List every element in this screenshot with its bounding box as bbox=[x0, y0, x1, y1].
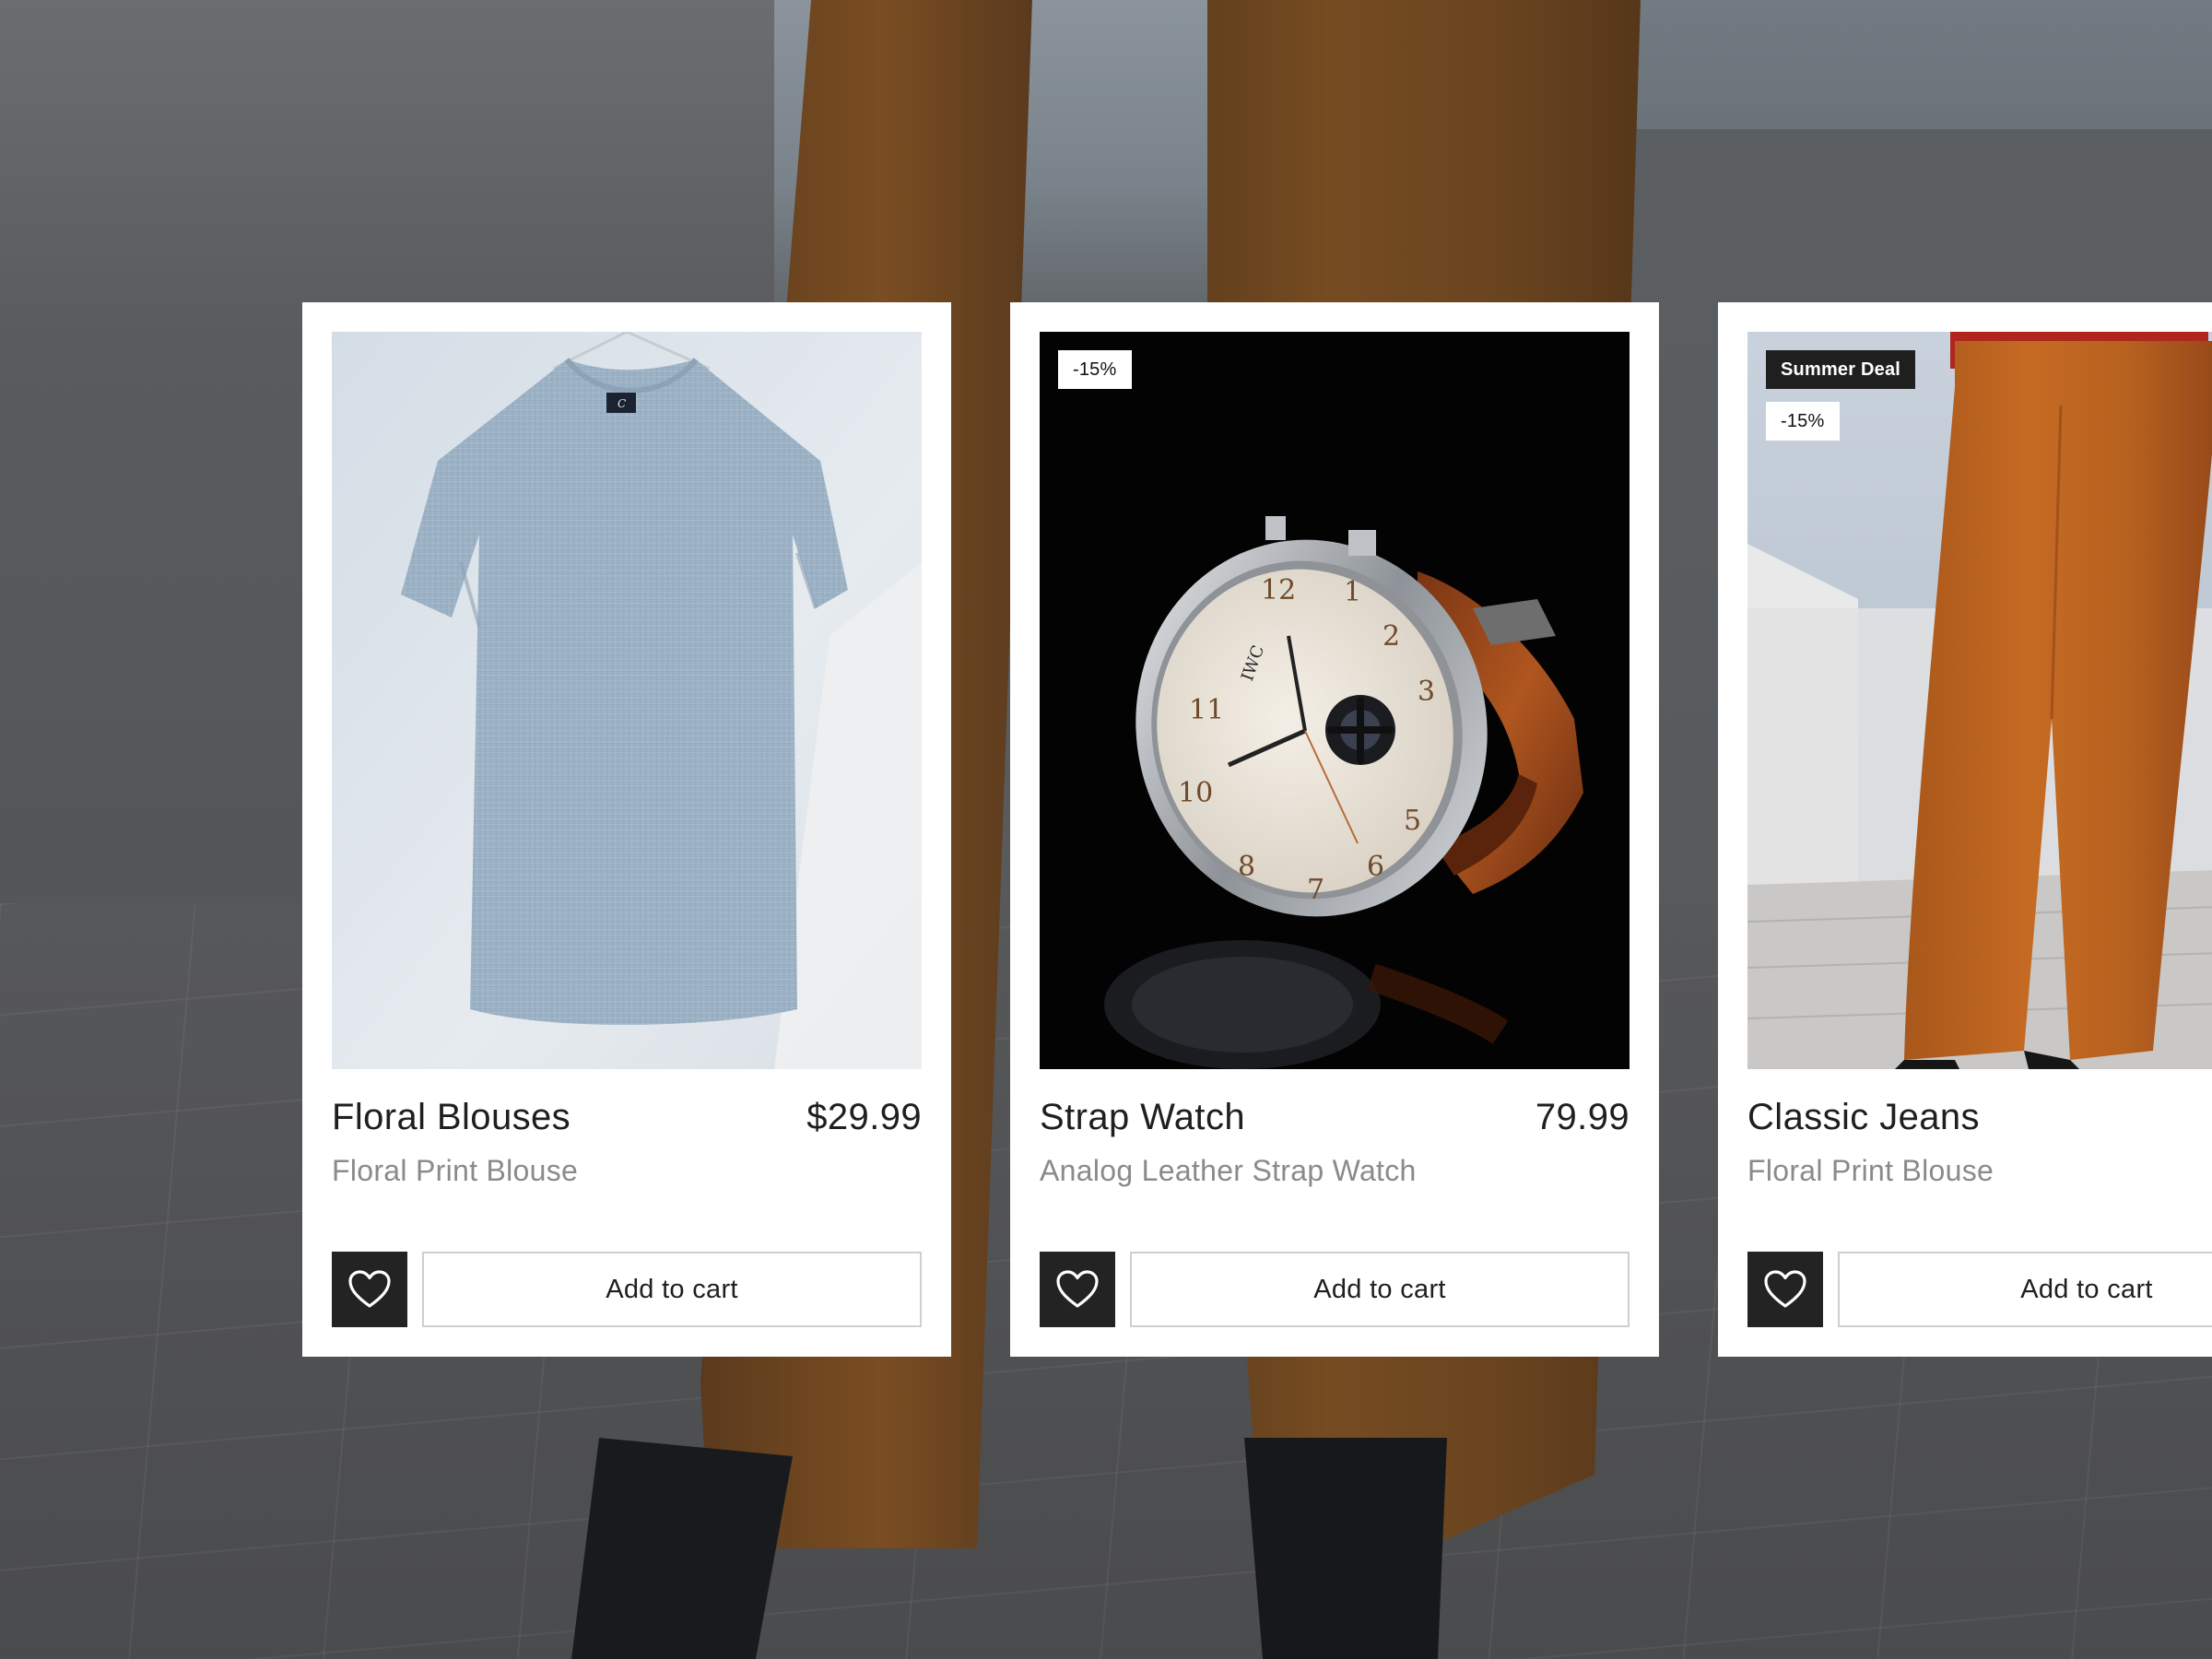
wishlist-button[interactable] bbox=[1040, 1252, 1115, 1327]
svg-text:12: 12 bbox=[1261, 574, 1296, 606]
svg-text:8: 8 bbox=[1238, 851, 1255, 883]
background-boot-right bbox=[1244, 1438, 1447, 1659]
heart-icon bbox=[348, 1270, 391, 1308]
product-card[interactable]: Summer Deal -15% Classic Jeans Floral Pr… bbox=[1718, 302, 2212, 1357]
svg-text:11: 11 bbox=[1189, 694, 1224, 726]
svg-text:10: 10 bbox=[1178, 777, 1213, 809]
wishlist-button[interactable] bbox=[332, 1252, 407, 1327]
discount-badge: -15% bbox=[1766, 402, 1840, 441]
product-subtitle: Floral Print Blouse bbox=[332, 1154, 579, 1187]
heart-icon bbox=[1056, 1270, 1099, 1308]
svg-text:3: 3 bbox=[1418, 676, 1435, 708]
product-price: $29.99 bbox=[806, 1097, 922, 1137]
product-subtitle: Analog Leather Strap Watch bbox=[1040, 1154, 1417, 1187]
tshirt-image: C bbox=[332, 332, 922, 1069]
product-title[interactable]: Floral Blouses bbox=[332, 1097, 571, 1138]
background-sky bbox=[1613, 0, 2212, 138]
product-card[interactable]: C Floral Blouses $29.99 Floral Print Blo… bbox=[302, 302, 951, 1357]
discount-badge: -15% bbox=[1058, 350, 1132, 389]
product-carousel-page: C Floral Blouses $29.99 Floral Print Blo… bbox=[0, 0, 2212, 1659]
svg-text:6: 6 bbox=[1367, 851, 1384, 883]
product-image-tshirt[interactable]: C bbox=[332, 332, 922, 1069]
promo-badge: Summer Deal bbox=[1766, 350, 1916, 389]
svg-text:C: C bbox=[618, 397, 626, 410]
product-image-trousers[interactable]: Summer Deal -15% bbox=[1747, 332, 2212, 1069]
product-price: 79.99 bbox=[1535, 1097, 1630, 1137]
svg-text:2: 2 bbox=[1382, 620, 1400, 653]
heart-icon bbox=[1764, 1270, 1806, 1308]
product-subtitle: Floral Print Blouse bbox=[1747, 1154, 1994, 1187]
wishlist-button[interactable] bbox=[1747, 1252, 1823, 1327]
product-title[interactable]: Classic Jeans bbox=[1747, 1097, 1980, 1138]
watch-image: 12 1 2 3 5 6 7 8 10 11 IWC bbox=[1040, 332, 1630, 1069]
add-to-cart-button[interactable]: Add to cart bbox=[1838, 1252, 2212, 1327]
add-to-cart-button[interactable]: Add to cart bbox=[422, 1252, 922, 1327]
product-image-watch[interactable]: -15% 12 1 2 3 5 6 7 8 10 11 IWC bbox=[1040, 332, 1630, 1069]
product-title[interactable]: Strap Watch bbox=[1040, 1097, 1245, 1138]
svg-text:7: 7 bbox=[1307, 874, 1324, 906]
trousers-image bbox=[1747, 332, 2212, 1069]
add-to-cart-button[interactable]: Add to cart bbox=[1130, 1252, 1630, 1327]
svg-text:1: 1 bbox=[1344, 576, 1361, 608]
product-card[interactable]: -15% 12 1 2 3 5 6 7 8 10 11 IWC Strap Wa… bbox=[1010, 302, 1659, 1357]
svg-text:5: 5 bbox=[1404, 805, 1421, 837]
